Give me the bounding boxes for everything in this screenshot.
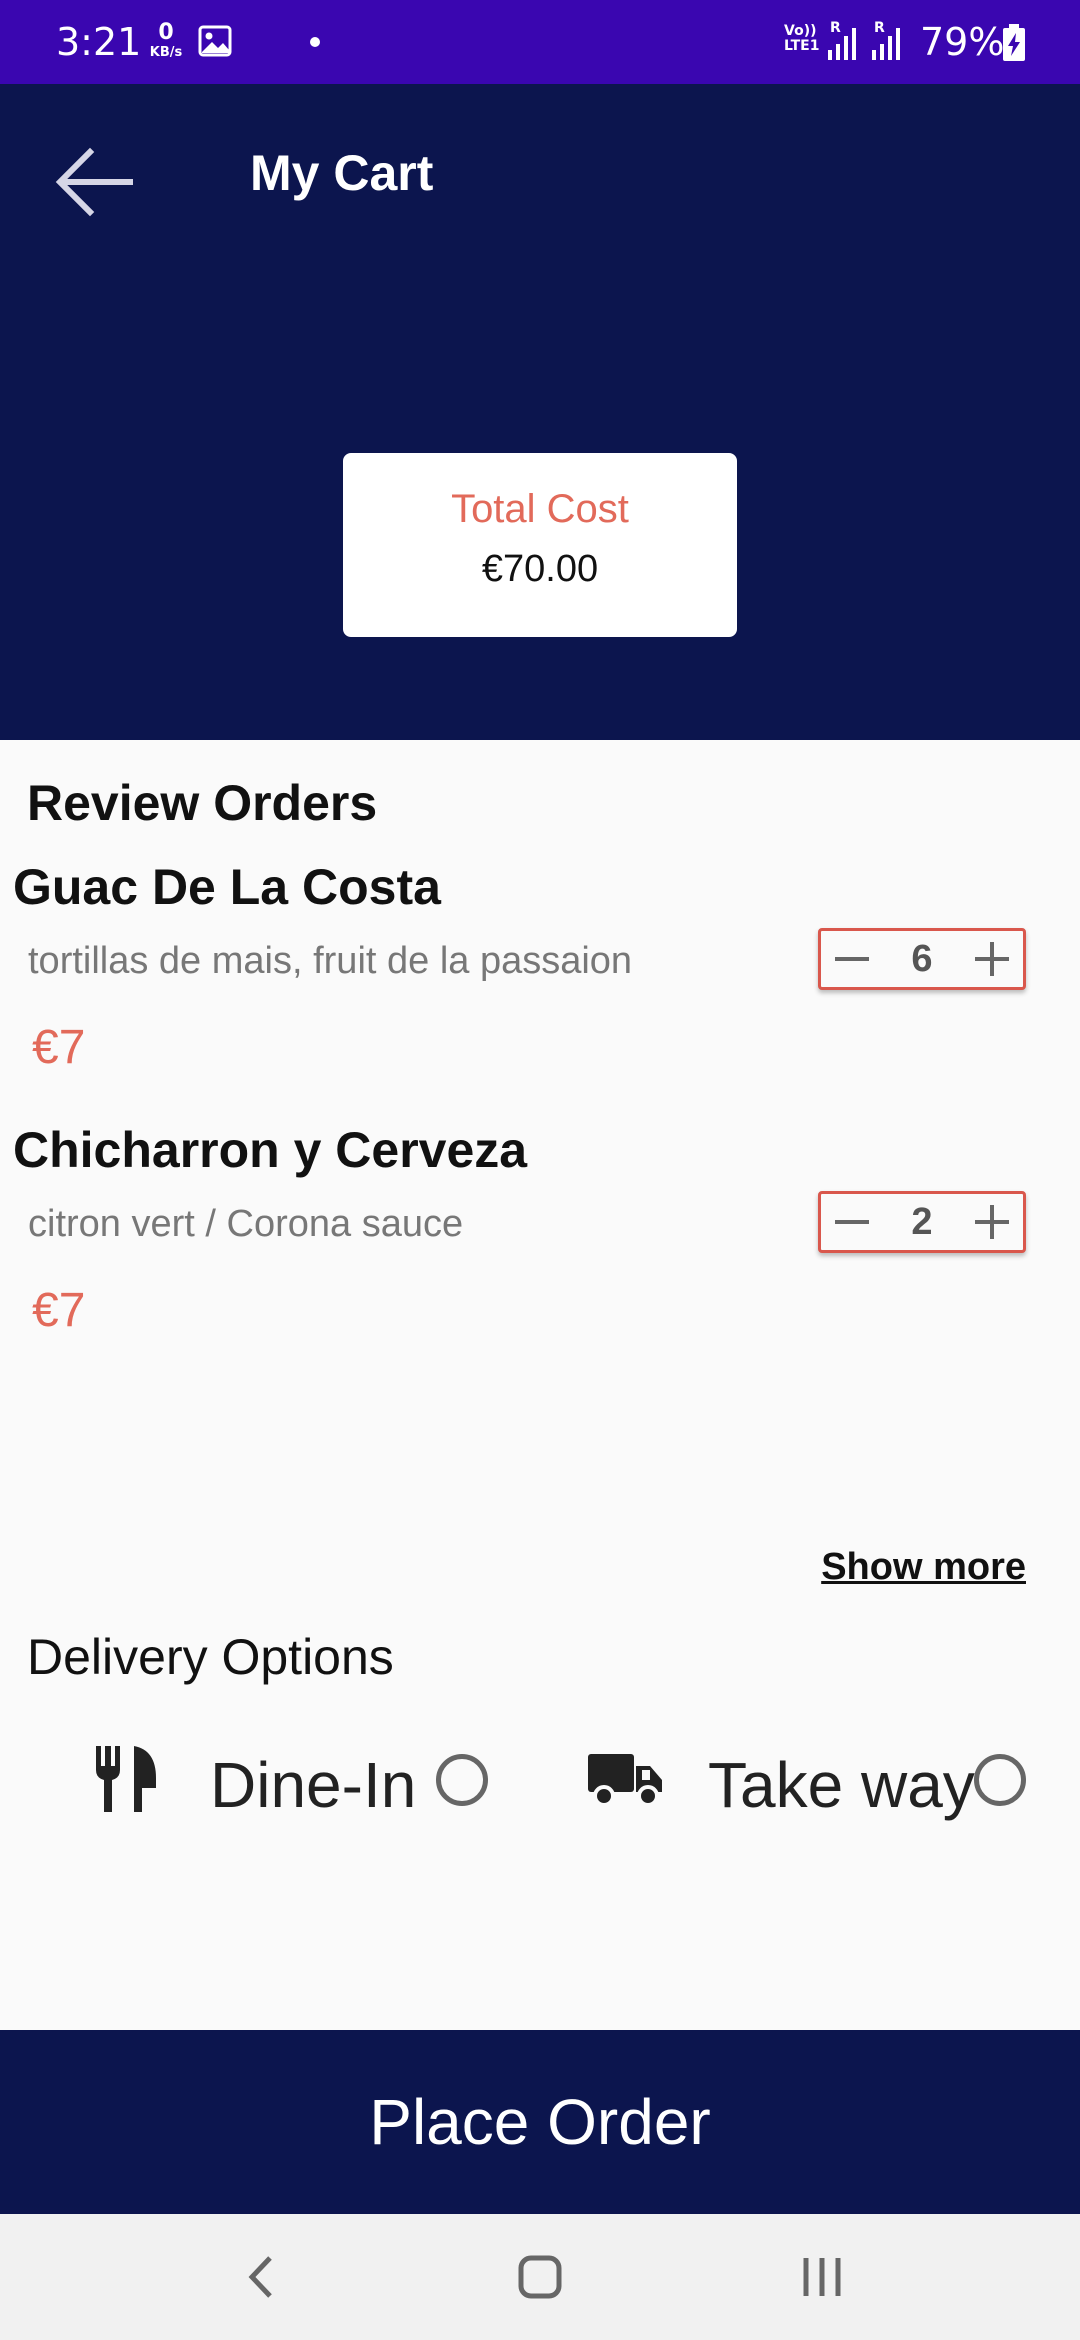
nav-back-icon bbox=[248, 2256, 272, 2298]
volte-line1: Vo)) bbox=[784, 23, 817, 39]
decrease-button[interactable] bbox=[821, 931, 883, 987]
net-speed-unit: KB/s bbox=[149, 45, 183, 60]
status-bar: 3:21 0 KB/s Vo)) LTE1 R R 79% bbox=[0, 0, 1080, 84]
battery-charging-icon bbox=[1003, 24, 1025, 61]
utensils-icon bbox=[96, 1746, 156, 1812]
decrease-button[interactable] bbox=[821, 1194, 883, 1250]
cart-header: My Cart Total Cost €70.00 bbox=[0, 84, 1080, 740]
minus-icon bbox=[835, 1220, 869, 1224]
arrow-left-icon bbox=[55, 147, 133, 217]
system-nav-bar bbox=[0, 2214, 1080, 2340]
page-title: My Cart bbox=[250, 145, 434, 201]
increase-button[interactable] bbox=[961, 1194, 1023, 1250]
item-name: Guac De La Costa bbox=[13, 859, 441, 915]
roaming-indicator-2: R bbox=[874, 20, 885, 36]
total-cost-card: Total Cost €70.00 bbox=[343, 453, 737, 637]
item-description: tortillas de mais, fruit de la passaion bbox=[28, 940, 633, 982]
gallery-icon bbox=[198, 25, 232, 57]
take-away-radio[interactable] bbox=[974, 1754, 1026, 1806]
item-price: €7 bbox=[32, 1284, 86, 1337]
nav-recents-button[interactable] bbox=[782, 2244, 862, 2310]
delivery-option-dine-in[interactable]: Dine-In bbox=[90, 1740, 500, 1824]
quantity-value: 2 bbox=[911, 1201, 933, 1243]
truck-icon bbox=[588, 1754, 662, 1807]
nav-home-button[interactable] bbox=[500, 2244, 580, 2310]
status-time: 3:21 bbox=[56, 20, 142, 64]
review-orders-title: Review Orders bbox=[27, 775, 378, 831]
nav-recents-icon bbox=[803, 2258, 841, 2296]
quantity-stepper: 2 bbox=[818, 1191, 1026, 1253]
order-item: Guac De La Costa tortillas de mais, frui… bbox=[0, 858, 1080, 1108]
dine-in-radio[interactable] bbox=[436, 1754, 488, 1806]
roaming-indicator: R bbox=[830, 20, 841, 36]
net-speed: 0 KB/s bbox=[146, 20, 186, 60]
volte-line2: LTE1 bbox=[784, 37, 820, 54]
volte-indicator: Vo)) LTE1 bbox=[784, 24, 819, 53]
delivery-options-title: Delivery Options bbox=[27, 1629, 394, 1685]
plus-icon bbox=[975, 942, 1009, 976]
quantity-value: 6 bbox=[911, 938, 933, 980]
order-item: Chicharron y Cerveza citron vert / Coron… bbox=[0, 1121, 1080, 1371]
item-description: citron vert / Corona sauce bbox=[28, 1203, 464, 1245]
option-label: Take way bbox=[708, 1749, 975, 1821]
minus-icon bbox=[835, 957, 869, 961]
increase-button[interactable] bbox=[961, 931, 1023, 987]
notification-dot bbox=[310, 37, 320, 47]
quantity-stepper: 6 bbox=[818, 928, 1026, 990]
total-cost-label: Total Cost bbox=[451, 487, 629, 531]
screen: 3:21 0 KB/s Vo)) LTE1 R R 79% My Cart To… bbox=[0, 0, 1080, 2340]
back-button[interactable] bbox=[50, 142, 140, 222]
item-name: Chicharron y Cerveza bbox=[13, 1122, 528, 1178]
item-price: €7 bbox=[32, 1021, 86, 1074]
total-cost-value: €70.00 bbox=[481, 548, 599, 590]
option-label: Dine-In bbox=[210, 1749, 417, 1821]
net-speed-value: 0 bbox=[158, 20, 174, 45]
place-order-button[interactable]: Place Order bbox=[0, 2030, 1080, 2214]
plus-icon bbox=[975, 1205, 1009, 1239]
nav-back-button[interactable] bbox=[220, 2244, 300, 2310]
nav-home-icon bbox=[518, 2255, 562, 2299]
battery-percent: 79% bbox=[920, 20, 1005, 64]
show-more-link[interactable]: Show more bbox=[821, 1546, 1026, 1589]
delivery-option-take-away[interactable]: Take way bbox=[584, 1740, 1030, 1824]
